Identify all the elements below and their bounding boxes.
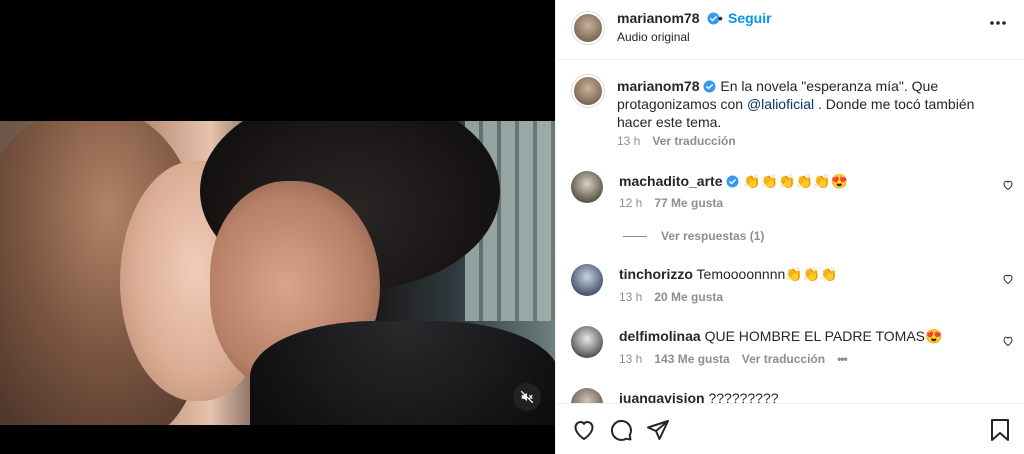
author-name-row: marianom78 — [617, 10, 720, 26]
comment-text: juangavision ????????? — [619, 389, 779, 403]
comment-avatar[interactable] — [571, 388, 603, 403]
comment-likes[interactable]: 77 Me gusta — [654, 196, 723, 210]
comment-text: delfimolinaa QUE HOMBRE EL PADRE TOMAS😍 — [619, 327, 942, 345]
comment-body: 👏👏👏👏👏😍 — [743, 173, 848, 189]
comment-username[interactable]: delfimolinaa — [619, 328, 701, 344]
caption-time[interactable]: 13 h — [617, 134, 640, 148]
comment-body: Temoooonnnn👏👏👏 — [696, 266, 838, 282]
comment-time[interactable]: 12 h — [619, 196, 642, 210]
comment-body: ????????? — [708, 390, 779, 403]
save-bookmark-icon[interactable] — [990, 418, 1010, 442]
comment-more-options[interactable]: ••• — [837, 352, 848, 366]
comment-username[interactable]: tinchorizzo — [619, 266, 693, 282]
comment-likes[interactable]: 143 Me gusta — [654, 352, 729, 366]
man-jacket — [250, 321, 555, 425]
follow-button[interactable]: Seguir — [728, 10, 772, 26]
speaker-muted-icon — [520, 390, 534, 404]
comment-avatar[interactable] — [571, 264, 603, 296]
comment-time[interactable]: 13 h — [619, 290, 642, 304]
action-bar — [556, 403, 1024, 454]
comment-avatar[interactable] — [571, 326, 603, 358]
video-frame[interactable] — [0, 121, 555, 425]
comment-meta: 13 h 143 Me gusta Ver traducción ••• — [619, 352, 848, 366]
post-panel: marianom78 • Seguir Audio original maria… — [555, 0, 1024, 454]
comment-meta: 12 h 77 Me gusta — [619, 196, 723, 210]
view-replies-button[interactable]: Ver respuestas (1) — [623, 229, 764, 243]
replies-line — [623, 235, 647, 237]
comment-username[interactable]: juangavision — [619, 390, 705, 403]
mute-button[interactable] — [513, 383, 541, 411]
more-options-icon[interactable] — [989, 20, 1007, 26]
comment-avatar[interactable] — [571, 171, 603, 203]
like-comment-heart-icon[interactable] — [1002, 335, 1014, 347]
audio-label[interactable]: Audio original — [617, 30, 690, 44]
comment-meta: 13 h 20 Me gusta — [619, 290, 723, 304]
like-comment-heart-icon[interactable] — [1002, 273, 1014, 285]
verified-badge-icon — [704, 80, 716, 93]
comment-username[interactable]: machadito_arte — [619, 173, 722, 189]
video-player[interactable] — [0, 0, 555, 454]
caption-mention-link[interactable]: @lalioficial — [747, 96, 814, 112]
caption-username[interactable]: marianom78 — [617, 78, 699, 94]
like-heart-icon[interactable] — [572, 418, 596, 442]
comment-text: machadito_arte 👏👏👏👏👏😍 — [619, 172, 848, 190]
author-username[interactable]: marianom78 — [617, 10, 699, 26]
comments-list[interactable]: marianom78 En la novela "esperanza mía".… — [556, 61, 1024, 403]
comment-body: QUE HOMBRE EL PADRE TOMAS😍 — [704, 328, 943, 344]
post-header: marianom78 • Seguir Audio original — [556, 0, 1024, 60]
author-avatar[interactable] — [572, 12, 604, 44]
caption-meta: 13 h Ver traducción — [617, 134, 736, 148]
caption-text: marianom78 En la novela "esperanza mía".… — [617, 77, 987, 131]
comment-likes[interactable]: 20 Me gusta — [654, 290, 723, 304]
dot-separator: • — [718, 10, 723, 26]
comment-bubble-icon[interactable] — [609, 418, 633, 442]
caption-avatar[interactable] — [572, 75, 604, 107]
replies-label: Ver respuestas (1) — [661, 229, 765, 243]
comment-time[interactable]: 13 h — [619, 352, 642, 366]
verified-badge-icon — [727, 175, 739, 188]
share-paper-plane-icon[interactable] — [646, 418, 670, 442]
comment-text: tinchorizzo Temoooonnnn👏👏👏 — [619, 265, 838, 283]
like-comment-heart-icon[interactable] — [1002, 179, 1014, 191]
comment-translate-link[interactable]: Ver traducción — [742, 352, 825, 366]
caption-translate-link[interactable]: Ver traducción — [652, 134, 735, 148]
